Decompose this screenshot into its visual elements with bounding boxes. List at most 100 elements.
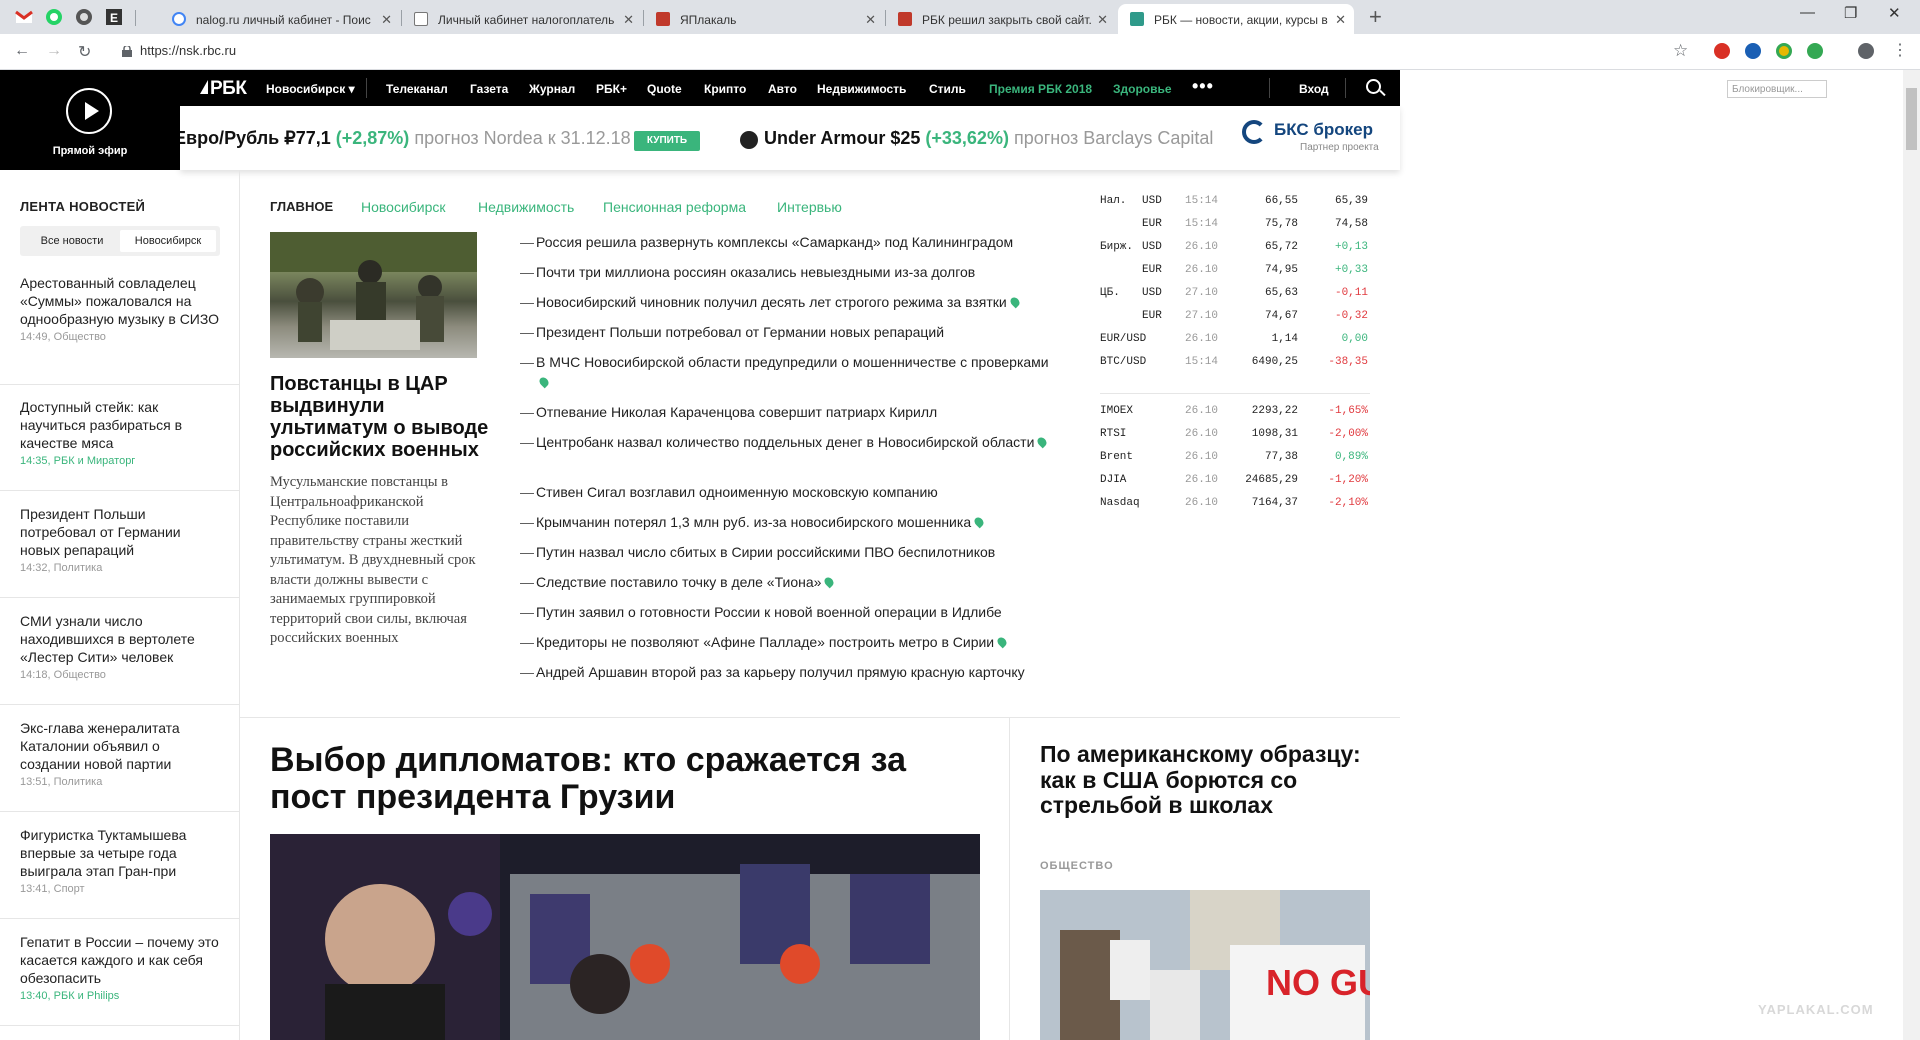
reload-icon[interactable]: ↻ <box>78 42 91 62</box>
whatsapp-pinned-tab[interactable] <box>44 7 64 27</box>
headline-item[interactable]: Путин заявил о готовности России к новой… <box>520 602 1060 622</box>
feature-story-photo[interactable] <box>270 834 980 1040</box>
feed-item[interactable]: Доступный стейк: как научиться разбирать… <box>20 398 220 467</box>
scrollbar-thumb[interactable] <box>1906 88 1917 150</box>
nav-item-style[interactable]: Стиль <box>929 82 966 96</box>
headline-text[interactable]: Центробанк назвал количество поддельных … <box>536 434 1034 450</box>
feed-item[interactable]: СМИ узнали число находившихся в вертолет… <box>20 612 220 681</box>
feed-item-title[interactable]: Экс-глава женералитата Каталонии объявил… <box>20 719 220 773</box>
nav-item-award[interactable]: Премия РБК 2018 <box>989 82 1092 96</box>
headline-text[interactable]: Россия решила развернуть комплексы «Сама… <box>536 234 1013 250</box>
headline-item[interactable]: Крымчанин потерял 1,3 млн руб. из-за нов… <box>520 512 1060 532</box>
bks-partner-badge[interactable]: БКС брокер Партнер проекта <box>1230 106 1400 170</box>
close-tab-icon[interactable]: ✕ <box>1097 12 1108 28</box>
nav-item-health[interactable]: Здоровье <box>1113 82 1172 96</box>
download-extension-icon[interactable] <box>1807 43 1823 59</box>
feed-item[interactable]: Гепатит в России – почему это касается к… <box>20 933 220 1002</box>
city-selector[interactable]: Новосибирск ▾ <box>266 82 355 96</box>
headline-text[interactable]: Стивен Сигал возглавил одноименную моско… <box>536 484 938 500</box>
nav-item-realty[interactable]: Недвижимость <box>817 82 906 96</box>
nav-item-quote[interactable]: Quote <box>647 82 682 96</box>
feed-item[interactable]: Экс-глава женералитата Каталонии объявил… <box>20 719 220 788</box>
new-tab-button[interactable]: + <box>1369 4 1382 30</box>
tab-nalog-search[interactable]: nalog.ru личный кабинет - Поис ✕ <box>160 4 400 34</box>
profile-avatar-icon[interactable] <box>1858 43 1874 59</box>
tab-rbc-active[interactable]: РБК — новости, акции, курсы в ✕ <box>1118 4 1354 34</box>
headline-text[interactable]: Путин заявил о готовности России к новой… <box>536 604 1002 620</box>
headline-text[interactable]: Крымчанин потерял 1,3 млн руб. из-за нов… <box>536 514 971 530</box>
feed-item-title[interactable]: Фигуристка Туктамышева впервые за четыре… <box>20 826 220 880</box>
feed-item-title[interactable]: Доступный стейк: как научиться разбирать… <box>20 398 220 452</box>
headline-item[interactable]: Отпевание Николая Караченцова совершит п… <box>520 402 1060 422</box>
feed-item[interactable]: Президент Польши потребовал от Германии … <box>20 505 220 574</box>
side-story-photo[interactable]: NO GUNS <box>1040 890 1370 1040</box>
section-main[interactable]: ГЛАВНОЕ <box>270 199 333 214</box>
pinned-tab-3[interactable] <box>74 7 94 27</box>
rbc-logo[interactable]: РБК <box>200 78 247 100</box>
menu-kebab-icon[interactable]: ⋮ <box>1892 40 1908 60</box>
lock-icon[interactable] <box>122 44 132 57</box>
tab-nalog-cabinet[interactable]: Личный кабинет налогоплатель ✕ <box>402 4 642 34</box>
live-stream-button[interactable]: Прямой эфир <box>0 70 180 170</box>
tab-city-news[interactable]: Новосибирск <box>120 230 216 252</box>
feed-item-title[interactable]: СМИ узнали число находившихся в вертолет… <box>20 612 220 666</box>
side-story-category[interactable]: ОБЩЕСТВО <box>1040 860 1114 872</box>
headline-item[interactable]: Почти три миллиона россиян оказались нев… <box>520 262 1060 282</box>
headline-item[interactable]: Путин назвал число сбитых в Сирии россий… <box>520 542 1060 562</box>
maximize-button[interactable]: ❐ <box>1844 4 1857 22</box>
nav-item-auto[interactable]: Авто <box>768 82 797 96</box>
headline-item[interactable]: Центробанк назвал количество поддельных … <box>520 432 1060 452</box>
headline-text[interactable]: Новосибирский чиновник получил десять ле… <box>536 294 1007 310</box>
forward-arrow-icon[interactable]: → <box>46 42 62 60</box>
headline-item[interactable]: В МЧС Новосибирской области предупредили… <box>520 352 1060 392</box>
close-window-button[interactable]: ✕ <box>1888 4 1901 22</box>
extension-icon-globe[interactable] <box>1745 43 1761 59</box>
nav-item-newspaper[interactable]: Газета <box>470 82 508 96</box>
nav-item-rbc-plus[interactable]: РБК+ <box>596 82 627 96</box>
tab-yaplakal[interactable]: ЯПлакаль ✕ <box>644 4 884 34</box>
feed-item-title[interactable]: Арестованный совладелец «Суммы» пожалова… <box>20 274 220 328</box>
search-icon[interactable] <box>1366 79 1381 94</box>
feed-item-title[interactable]: Президент Польши потребовал от Германии … <box>20 505 220 559</box>
headline-item[interactable]: Новосибирский чиновник получил десять ле… <box>520 292 1060 312</box>
nav-item-tv[interactable]: Телеканал <box>386 82 448 96</box>
feed-item-title[interactable]: Гепатит в России – почему это касается к… <box>20 933 220 987</box>
section-novosibirsk[interactable]: Новосибирск <box>361 199 446 215</box>
headline-item[interactable]: Россия решила развернуть комплексы «Сама… <box>520 232 1060 252</box>
section-realty[interactable]: Недвижимость <box>478 199 574 215</box>
headline-item[interactable]: Андрей Аршавин второй раз за карьеру пол… <box>520 662 1060 682</box>
adblock-extension-icon[interactable] <box>1714 43 1730 59</box>
ad-ticker[interactable]: Евро/Рубль ₽77,1 (+2,87%) прогноз Nordea… <box>180 106 1400 170</box>
feature-story-title[interactable]: Выбор дипломатов: кто сражается за пост … <box>270 742 910 816</box>
address-bar[interactable]: https://nsk.rbc.ru <box>140 43 236 58</box>
nav-item-magazine[interactable]: Журнал <box>529 82 575 96</box>
headline-text[interactable]: Путин назвал число сбитых в Сирии россий… <box>536 544 995 560</box>
pinned-tab-4[interactable]: E <box>104 7 124 27</box>
bookmark-star-icon[interactable]: ☆ <box>1673 41 1688 61</box>
lead-story-title[interactable]: Повстанцы в ЦАР выдвинули ультиматум о в… <box>270 373 490 461</box>
headline-text[interactable]: Кредиторы не позволяют «Афине Палладе» п… <box>536 634 994 650</box>
login-button[interactable]: Вход <box>1299 82 1329 96</box>
side-story-title[interactable]: По американскому образцу: как в США борю… <box>1040 741 1370 819</box>
back-arrow-icon[interactable]: ← <box>14 42 30 60</box>
section-interview[interactable]: Интервью <box>777 199 842 215</box>
headline-text[interactable]: В МЧС Новосибирской области предупредили… <box>536 354 1049 370</box>
headline-item[interactable]: Президент Польши потребовал от Германии … <box>520 322 1060 342</box>
scrollbar[interactable] <box>1903 70 1920 1040</box>
gmail-pinned-tab[interactable] <box>14 7 34 27</box>
nav-item-crypto[interactable]: Крипто <box>704 82 746 96</box>
headline-item[interactable]: Стивен Сигал возглавил одноименную моско… <box>520 482 1060 502</box>
headline-item[interactable]: Следствие поставило точку в деле «Тиона» <box>520 572 1060 592</box>
close-tab-icon[interactable]: ✕ <box>381 12 392 28</box>
close-tab-icon[interactable]: ✕ <box>1335 12 1346 28</box>
headline-text[interactable]: Почти три миллиона россиян оказались нев… <box>536 264 975 280</box>
feed-item[interactable]: Арестованный совладелец «Суммы» пожалова… <box>20 274 220 343</box>
feed-item[interactable]: Фигуристка Туктамышева впервые за четыре… <box>20 826 220 895</box>
headline-text[interactable]: Президент Польши потребовал от Германии … <box>536 324 944 340</box>
close-tab-icon[interactable]: ✕ <box>865 12 876 28</box>
headline-text[interactable]: Следствие поставило точку в деле «Тиона» <box>536 574 821 590</box>
close-tab-icon[interactable]: ✕ <box>623 12 634 28</box>
minimize-button[interactable]: — <box>1800 4 1815 21</box>
more-menu-icon[interactable]: ••• <box>1192 76 1214 97</box>
extension-icon-chrome[interactable] <box>1776 43 1792 59</box>
